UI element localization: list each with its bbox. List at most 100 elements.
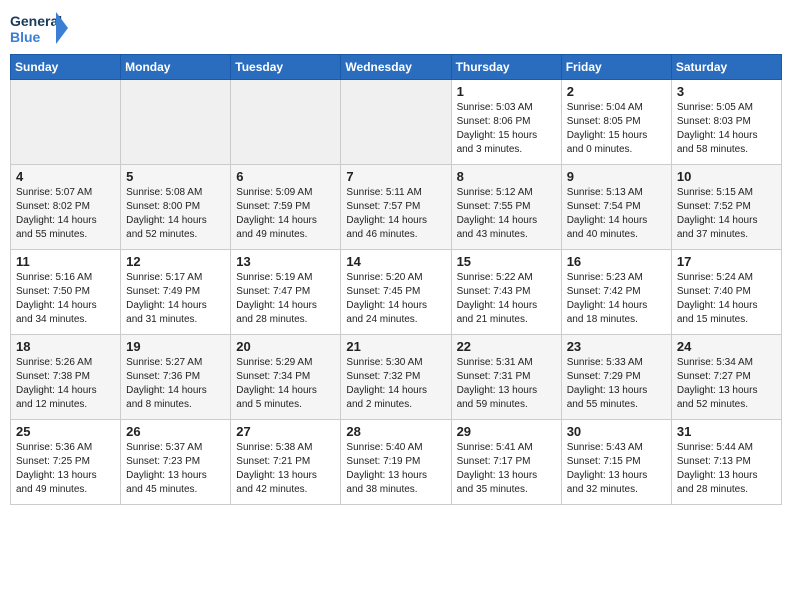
day-cell-14: 14 Sunrise: 5:20 AM Sunset: 7:45 PM Dayli… xyxy=(341,250,451,335)
day-info: Sunrise: 5:13 AM Sunset: 7:54 PM Dayligh… xyxy=(567,186,666,242)
weekday-sunday: Sunday xyxy=(11,55,121,80)
day-number: 20 xyxy=(236,339,335,354)
day-info: Sunrise: 5:33 AM Sunset: 7:29 PM Dayligh… xyxy=(567,356,666,412)
day-number: 7 xyxy=(346,169,445,184)
empty-cell xyxy=(121,80,231,165)
day-cell-9: 9 Sunrise: 5:13 AM Sunset: 7:54 PM Daylig… xyxy=(561,165,671,250)
empty-cell xyxy=(11,80,121,165)
day-cell-18: 18 Sunrise: 5:26 AM Sunset: 7:38 PM Dayli… xyxy=(11,335,121,420)
week-row-5: 25 Sunrise: 5:36 AM Sunset: 7:25 PM Dayli… xyxy=(11,420,782,505)
day-cell-31: 31 Sunrise: 5:44 AM Sunset: 7:13 PM Dayli… xyxy=(671,420,781,505)
day-number: 14 xyxy=(346,254,445,269)
weekday-thursday: Thursday xyxy=(451,55,561,80)
day-number: 4 xyxy=(16,169,115,184)
day-info: Sunrise: 5:29 AM Sunset: 7:34 PM Dayligh… xyxy=(236,356,335,412)
day-info: Sunrise: 5:23 AM Sunset: 7:42 PM Dayligh… xyxy=(567,271,666,327)
day-cell-4: 4Sunrise: 5:07 AM Sunset: 8:02 PM Daylig… xyxy=(11,165,121,250)
day-number: 15 xyxy=(457,254,556,269)
day-info: Sunrise: 5:05 AM Sunset: 8:03 PM Dayligh… xyxy=(677,101,776,157)
day-info: Sunrise: 5:09 AM Sunset: 7:59 PM Dayligh… xyxy=(236,186,335,242)
day-number: 6 xyxy=(236,169,335,184)
day-cell-11: 11 Sunrise: 5:16 AM Sunset: 7:50 PM Dayli… xyxy=(11,250,121,335)
day-info: Sunrise: 5:43 AM Sunset: 7:15 PM Dayligh… xyxy=(567,441,666,497)
day-cell-29: 29Sunrise: 5:41 AM Sunset: 7:17 PM Dayli… xyxy=(451,420,561,505)
day-number: 13 xyxy=(236,254,335,269)
day-cell-13: 13 Sunrise: 5:19 AM Sunset: 7:47 PM Dayli… xyxy=(231,250,341,335)
day-number: 22 xyxy=(457,339,556,354)
weekday-tuesday: Tuesday xyxy=(231,55,341,80)
day-info: Sunrise: 5:04 AM Sunset: 8:05 PM Dayligh… xyxy=(567,101,666,157)
day-cell-16: 16 Sunrise: 5:23 AM Sunset: 7:42 PM Dayli… xyxy=(561,250,671,335)
weekday-saturday: Saturday xyxy=(671,55,781,80)
day-info: Sunrise: 5:17 AM Sunset: 7:49 PM Dayligh… xyxy=(126,271,225,327)
day-cell-22: 22 Sunrise: 5:31 AM Sunset: 7:31 PM Dayli… xyxy=(451,335,561,420)
day-info: Sunrise: 5:15 AM Sunset: 7:52 PM Dayligh… xyxy=(677,186,776,242)
day-number: 21 xyxy=(346,339,445,354)
day-info: Sunrise: 5:03 AM Sunset: 8:06 PM Dayligh… xyxy=(457,101,556,157)
day-number: 16 xyxy=(567,254,666,269)
day-info: Sunrise: 5:26 AM Sunset: 7:38 PM Dayligh… xyxy=(16,356,115,412)
day-number: 27 xyxy=(236,424,335,439)
day-number: 1 xyxy=(457,84,556,99)
day-cell-3: 3 Sunrise: 5:05 AM Sunset: 8:03 PM Daylig… xyxy=(671,80,781,165)
day-number: 19 xyxy=(126,339,225,354)
day-number: 24 xyxy=(677,339,776,354)
day-cell-20: 20 Sunrise: 5:29 AM Sunset: 7:34 PM Dayli… xyxy=(231,335,341,420)
calendar-table: SundayMondayTuesdayWednesdayThursdayFrid… xyxy=(10,54,782,505)
day-cell-8: 8Sunrise: 5:12 AM Sunset: 7:55 PM Daylig… xyxy=(451,165,561,250)
day-info: Sunrise: 5:36 AM Sunset: 7:25 PM Dayligh… xyxy=(16,441,115,497)
week-row-4: 18 Sunrise: 5:26 AM Sunset: 7:38 PM Dayli… xyxy=(11,335,782,420)
day-info: Sunrise: 5:27 AM Sunset: 7:36 PM Dayligh… xyxy=(126,356,225,412)
day-number: 9 xyxy=(567,169,666,184)
day-number: 23 xyxy=(567,339,666,354)
day-number: 11 xyxy=(16,254,115,269)
day-number: 18 xyxy=(16,339,115,354)
week-row-1: 1 Sunrise: 5:03 AM Sunset: 8:06 PM Daylig… xyxy=(11,80,782,165)
day-number: 5 xyxy=(126,169,225,184)
week-row-2: 4Sunrise: 5:07 AM Sunset: 8:02 PM Daylig… xyxy=(11,165,782,250)
weekday-friday: Friday xyxy=(561,55,671,80)
day-number: 12 xyxy=(126,254,225,269)
empty-cell xyxy=(231,80,341,165)
day-cell-2: 2 Sunrise: 5:04 AM Sunset: 8:05 PM Daylig… xyxy=(561,80,671,165)
svg-text:Blue: Blue xyxy=(10,29,41,45)
empty-cell xyxy=(341,80,451,165)
day-cell-24: 24 Sunrise: 5:34 AM Sunset: 7:27 PM Dayli… xyxy=(671,335,781,420)
day-info: Sunrise: 5:34 AM Sunset: 7:27 PM Dayligh… xyxy=(677,356,776,412)
weekday-monday: Monday xyxy=(121,55,231,80)
day-number: 3 xyxy=(677,84,776,99)
day-cell-17: 17Sunrise: 5:24 AM Sunset: 7:40 PM Dayli… xyxy=(671,250,781,335)
logo: GeneralBlue xyxy=(10,10,70,46)
day-cell-10: 10Sunrise: 5:15 AM Sunset: 7:52 PM Dayli… xyxy=(671,165,781,250)
day-number: 2 xyxy=(567,84,666,99)
day-number: 28 xyxy=(346,424,445,439)
day-info: Sunrise: 5:38 AM Sunset: 7:21 PM Dayligh… xyxy=(236,441,335,497)
svg-text:General: General xyxy=(10,13,62,29)
day-info: Sunrise: 5:22 AM Sunset: 7:43 PM Dayligh… xyxy=(457,271,556,327)
day-number: 31 xyxy=(677,424,776,439)
day-info: Sunrise: 5:16 AM Sunset: 7:50 PM Dayligh… xyxy=(16,271,115,327)
day-info: Sunrise: 5:37 AM Sunset: 7:23 PM Dayligh… xyxy=(126,441,225,497)
day-info: Sunrise: 5:31 AM Sunset: 7:31 PM Dayligh… xyxy=(457,356,556,412)
day-cell-25: 25 Sunrise: 5:36 AM Sunset: 7:25 PM Dayli… xyxy=(11,420,121,505)
day-info: Sunrise: 5:44 AM Sunset: 7:13 PM Dayligh… xyxy=(677,441,776,497)
day-number: 8 xyxy=(457,169,556,184)
day-info: Sunrise: 5:41 AM Sunset: 7:17 PM Dayligh… xyxy=(457,441,556,497)
day-cell-1: 1 Sunrise: 5:03 AM Sunset: 8:06 PM Daylig… xyxy=(451,80,561,165)
day-cell-23: 23 Sunrise: 5:33 AM Sunset: 7:29 PM Dayli… xyxy=(561,335,671,420)
day-number: 26 xyxy=(126,424,225,439)
day-cell-15: 15 Sunrise: 5:22 AM Sunset: 7:43 PM Dayli… xyxy=(451,250,561,335)
day-info: Sunrise: 5:30 AM Sunset: 7:32 PM Dayligh… xyxy=(346,356,445,412)
day-info: Sunrise: 5:11 AM Sunset: 7:57 PM Dayligh… xyxy=(346,186,445,242)
day-info: Sunrise: 5:20 AM Sunset: 7:45 PM Dayligh… xyxy=(346,271,445,327)
day-cell-30: 30Sunrise: 5:43 AM Sunset: 7:15 PM Dayli… xyxy=(561,420,671,505)
day-cell-27: 27 Sunrise: 5:38 AM Sunset: 7:21 PM Dayli… xyxy=(231,420,341,505)
day-cell-19: 19 Sunrise: 5:27 AM Sunset: 7:36 PM Dayli… xyxy=(121,335,231,420)
day-cell-12: 12 Sunrise: 5:17 AM Sunset: 7:49 PM Dayli… xyxy=(121,250,231,335)
day-info: Sunrise: 5:24 AM Sunset: 7:40 PM Dayligh… xyxy=(677,271,776,327)
day-cell-6: 6 Sunrise: 5:09 AM Sunset: 7:59 PM Daylig… xyxy=(231,165,341,250)
day-info: Sunrise: 5:08 AM Sunset: 8:00 PM Dayligh… xyxy=(126,186,225,242)
day-number: 25 xyxy=(16,424,115,439)
day-info: Sunrise: 5:40 AM Sunset: 7:19 PM Dayligh… xyxy=(346,441,445,497)
day-info: Sunrise: 5:19 AM Sunset: 7:47 PM Dayligh… xyxy=(236,271,335,327)
